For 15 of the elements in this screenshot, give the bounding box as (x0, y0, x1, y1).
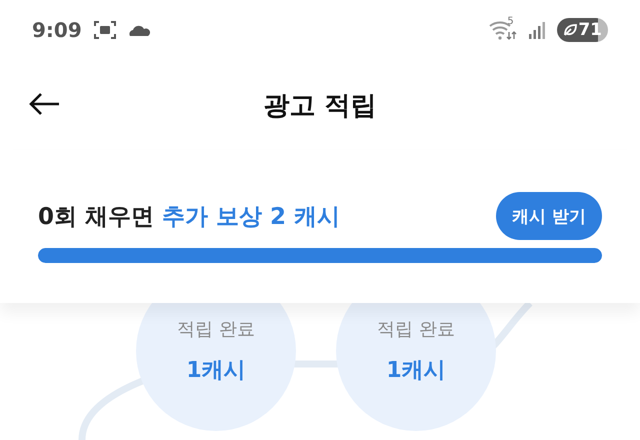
goal-text: 0회 채우면 (38, 202, 154, 232)
page-title: 광고 적립 (263, 90, 377, 122)
step-amount: 1캐시 (186, 357, 246, 385)
leaf-icon (563, 23, 578, 37)
step-label: 적립 완료 (177, 318, 255, 341)
cloud-icon (128, 24, 150, 36)
wifi-label: 5 (507, 16, 514, 27)
bonus-text: 추가 보상 2 캐시 (162, 202, 340, 232)
step-label: 적립 완료 (377, 318, 455, 341)
step-amount: 1캐시 (386, 357, 446, 385)
claim-button[interactable]: 캐시 받기 (496, 192, 602, 240)
screenshot-icon (94, 20, 116, 40)
signal-icon (529, 21, 546, 39)
back-arrow-icon[interactable] (28, 92, 60, 116)
status-time: 9:09 (32, 18, 82, 42)
